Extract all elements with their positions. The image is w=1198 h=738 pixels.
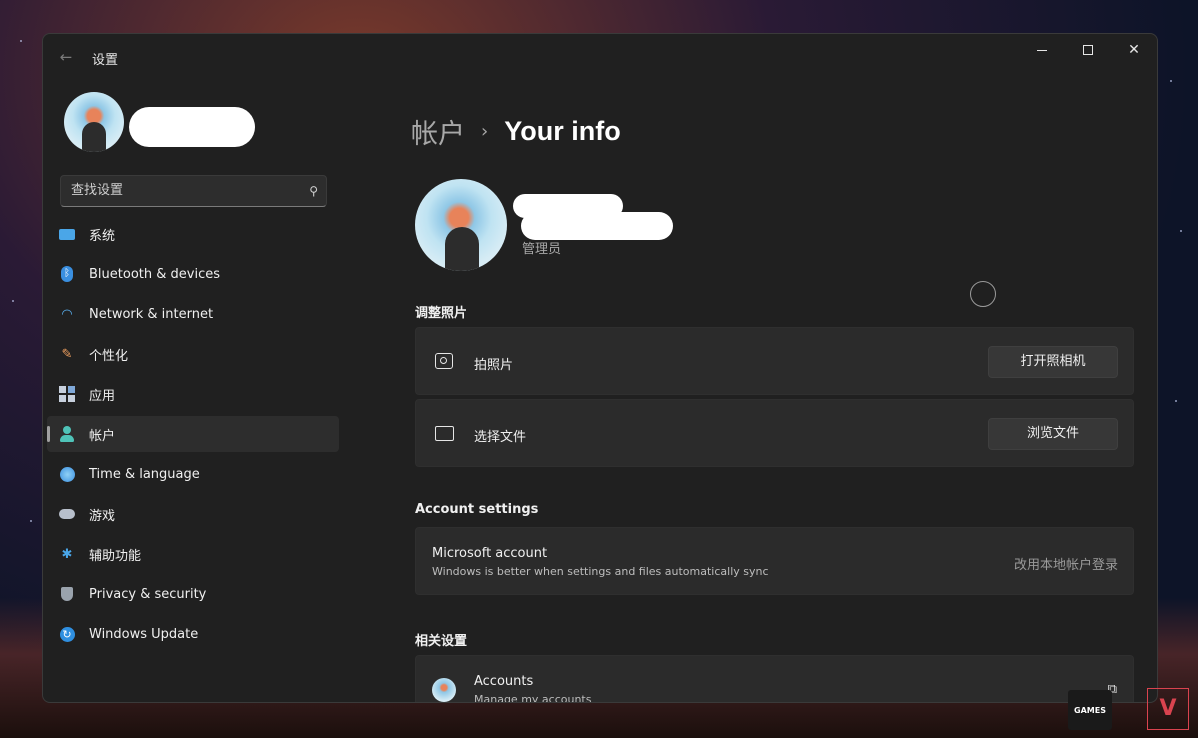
open-camera-button[interactable]: 打开照相机 — [988, 346, 1118, 378]
minimize-icon — [1037, 49, 1047, 51]
account-role: 管理员 — [522, 242, 562, 257]
section-title-account-settings: Account settings — [415, 502, 539, 517]
breadcrumb: 帐户 › Your info — [411, 112, 621, 151]
sidebar-item-label: 应用 — [89, 388, 116, 404]
take-photo-label: 拍照片 — [474, 358, 514, 373]
redacted-email — [521, 212, 673, 240]
brush-icon: ✎ — [61, 346, 73, 362]
close-button[interactable]: ✕ — [1111, 34, 1157, 66]
sidebar-item-accounts[interactable]: 帐户 — [47, 416, 339, 452]
sidebar-item-network[interactable]: ◠ Network & internet — [47, 296, 339, 332]
wifi-icon: ◠ — [61, 306, 73, 322]
update-icon: ↻ — [59, 626, 75, 642]
gamepad-icon — [59, 506, 75, 522]
globe-clock-icon — [59, 466, 75, 482]
sidebar-item-label: 游戏 — [89, 508, 116, 524]
accounts-title: Accounts — [474, 674, 534, 689]
sidebar-item-label: Privacy & security — [89, 586, 207, 602]
sidebar-item-label: Windows Update — [89, 626, 199, 642]
camera-icon — [434, 351, 454, 371]
avatar — [64, 92, 124, 152]
sidebar-item-label: 系统 — [89, 228, 116, 244]
redacted-username — [129, 107, 255, 147]
sidebar-item-accessibility[interactable]: ✱ 辅助功能 — [47, 536, 339, 572]
title-bar: ← 设置 ✕ — [43, 34, 1157, 80]
search-icon: ⚲ — [309, 184, 318, 198]
sidebar-item-time-language[interactable]: Time & language — [47, 456, 339, 492]
accounts-card[interactable]: Accounts Manage my accounts ⧉ — [415, 655, 1134, 703]
accounts-avatar-icon — [432, 678, 456, 702]
sidebar-item-gaming[interactable]: 游戏 — [47, 496, 339, 532]
sidebar-item-windows-update[interactable]: ↻ Windows Update — [47, 616, 339, 652]
accessibility-icon: ✱ — [61, 546, 73, 562]
switch-to-local-account-link[interactable]: 改用本地帐户登录 — [1014, 554, 1118, 573]
valorant-icon[interactable]: V — [1147, 688, 1189, 730]
profile-picture — [415, 179, 507, 271]
breadcrumb-parent[interactable]: 帐户 — [411, 112, 465, 151]
cursor-ring — [970, 281, 996, 307]
sidebar-item-label: 帐户 — [89, 428, 116, 444]
microsoft-account-subtitle: Windows is better when settings and file… — [432, 565, 769, 578]
sidebar-item-label: 个性化 — [89, 348, 129, 364]
search-input[interactable]: 查找设置 ⚲ — [60, 175, 327, 207]
browse-files-button[interactable]: 浏览文件 — [988, 418, 1118, 450]
section-title-adjust-photo: 调整照片 — [415, 306, 468, 321]
sidebar-item-label: 辅助功能 — [89, 548, 142, 564]
section-title-related-settings: 相关设置 — [415, 634, 468, 649]
minimize-button[interactable] — [1019, 34, 1065, 66]
user-profile[interactable] — [64, 92, 124, 152]
display-icon — [59, 226, 75, 242]
page-title: Your info — [504, 116, 621, 146]
app-title: 设置 — [92, 53, 119, 68]
sidebar-item-label: Network & internet — [89, 306, 214, 322]
apps-icon — [59, 386, 75, 402]
epic-games-icon[interactable]: GAMES — [1068, 690, 1112, 730]
microsoft-account-card: Microsoft account Windows is better when… — [415, 527, 1134, 595]
sidebar-item-apps[interactable]: 应用 — [47, 376, 339, 412]
sidebar-nav: 系统 ᛒ Bluetooth & devices ◠ Network & int… — [47, 216, 339, 656]
back-arrow-icon[interactable]: ← — [57, 48, 75, 66]
person-icon — [59, 426, 75, 442]
maximize-button[interactable] — [1065, 34, 1111, 66]
folder-icon — [434, 423, 454, 443]
sidebar-item-personalization[interactable]: ✎ 个性化 — [47, 336, 339, 372]
sidebar-item-label: Time & language — [89, 466, 200, 482]
choose-file-label: 选择文件 — [474, 430, 527, 445]
settings-window: ← 设置 ✕ 查找设置 ⚲ 系统 ᛒ Bluetooth & devices ◠… — [42, 33, 1158, 703]
take-photo-card: 拍照片 打开照相机 — [415, 327, 1134, 395]
sidebar-item-label: Bluetooth & devices — [89, 266, 220, 282]
sidebar-item-bluetooth[interactable]: ᛒ Bluetooth & devices — [47, 256, 339, 292]
accounts-subtitle: Manage my accounts — [474, 693, 592, 703]
maximize-icon — [1083, 45, 1093, 55]
sidebar-item-privacy[interactable]: Privacy & security — [47, 576, 339, 612]
search-placeholder: 查找设置 — [71, 183, 124, 198]
shield-icon — [59, 586, 75, 602]
chevron-right-icon: › — [481, 121, 489, 142]
sidebar-item-system[interactable]: 系统 — [47, 216, 339, 252]
close-icon: ✕ — [1128, 42, 1140, 58]
bluetooth-icon: ᛒ — [59, 266, 75, 282]
choose-file-card: 选择文件 浏览文件 — [415, 399, 1134, 467]
microsoft-account-title: Microsoft account — [432, 546, 548, 561]
